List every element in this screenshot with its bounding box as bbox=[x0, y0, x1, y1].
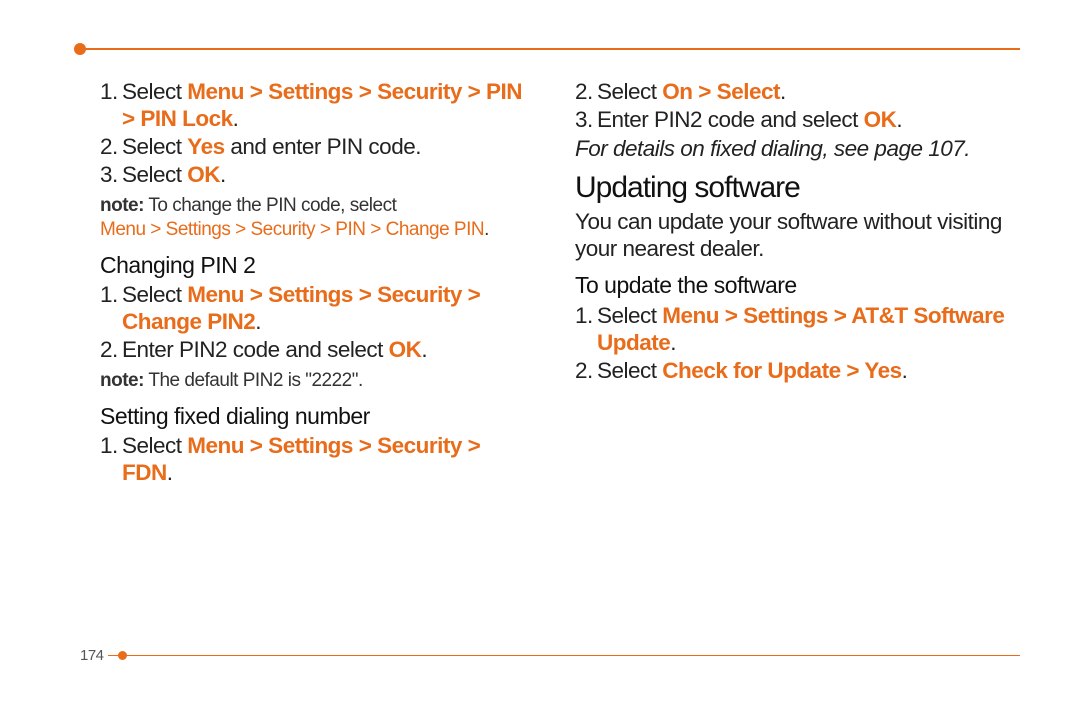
rule-dot-icon bbox=[118, 651, 127, 660]
note-text: The default PIN2 is "2222". bbox=[144, 370, 363, 391]
top-rule bbox=[80, 48, 1020, 50]
step-text: Enter PIN2 code and select OK. bbox=[122, 336, 427, 363]
step-text: Select Yes and enter PIN code. bbox=[122, 133, 421, 160]
pin-lock-steps: 1. Select Menu > Settings > Security > P… bbox=[100, 78, 535, 188]
heading-updating-software: Updating software bbox=[575, 170, 1010, 206]
left-column: 1. Select Menu > Settings > Security > P… bbox=[100, 78, 535, 634]
fdn-steps: 1. Select Menu > Settings > Security > F… bbox=[100, 432, 535, 486]
step-number: 2. bbox=[575, 357, 597, 384]
text: Select bbox=[122, 162, 187, 187]
text: Enter PIN2 code and select bbox=[122, 337, 389, 362]
option: OK bbox=[864, 107, 897, 132]
option: Yes bbox=[187, 134, 224, 159]
note-change-pin: note: To change the PIN code, select Men… bbox=[100, 194, 535, 242]
change-pin2-steps: 1. Select Menu > Settings > Security > C… bbox=[100, 281, 535, 363]
heading-to-update: To update the software bbox=[575, 272, 1010, 300]
option: OK bbox=[187, 162, 220, 187]
step-number: 2. bbox=[100, 133, 122, 160]
list-item: 2. Select Yes and enter PIN code. bbox=[100, 133, 535, 160]
step-number: 1. bbox=[100, 432, 122, 486]
step-text: Enter PIN2 code and select OK. bbox=[597, 106, 902, 133]
fdn-reference: For details on fixed dialing, see page 1… bbox=[575, 135, 1010, 162]
list-item: 2. Select Check for Update > Yes. bbox=[575, 357, 1010, 384]
step-number: 2. bbox=[575, 78, 597, 105]
step-number: 1. bbox=[575, 302, 597, 356]
menu-path: Menu > Settings > Security > PIN > Chang… bbox=[100, 219, 484, 240]
step-number: 2. bbox=[100, 336, 122, 363]
menu-path: Check for Update > Yes bbox=[662, 358, 901, 383]
fdn-steps-cont: 2. Select On > Select. 3. Enter PIN2 cod… bbox=[575, 78, 1010, 133]
page-number: 174 bbox=[80, 647, 108, 664]
step-number: 3. bbox=[100, 161, 122, 188]
content-columns: 1. Select Menu > Settings > Security > P… bbox=[100, 78, 1010, 634]
step-number: 1. bbox=[100, 281, 122, 335]
text: Select bbox=[597, 79, 662, 104]
step-number: 1. bbox=[100, 78, 122, 132]
list-item: 2. Select On > Select. bbox=[575, 78, 1010, 105]
update-steps: 1. Select Menu > Settings > AT&T Softwar… bbox=[575, 302, 1010, 384]
option: OK bbox=[389, 337, 422, 362]
updating-software-paragraph: You can update your software without vis… bbox=[575, 208, 1010, 262]
text: Enter PIN2 code and select bbox=[597, 107, 864, 132]
step-text: Select On > Select. bbox=[597, 78, 786, 105]
text: Select bbox=[597, 358, 662, 383]
list-item: 1. Select Menu > Settings > Security > P… bbox=[100, 78, 535, 132]
list-item: 1. Select Menu > Settings > Security > F… bbox=[100, 432, 535, 486]
note-label: note: bbox=[100, 195, 144, 216]
step-text: Select Menu > Settings > Security > PIN … bbox=[122, 78, 535, 132]
text: Select bbox=[122, 79, 187, 104]
list-item: 3. Enter PIN2 code and select OK. bbox=[575, 106, 1010, 133]
step-text: Select Check for Update > Yes. bbox=[597, 357, 907, 384]
note-default-pin2: note: The default PIN2 is "2222". bbox=[100, 369, 535, 393]
heading-fdn: Setting fixed dialing number bbox=[100, 403, 535, 431]
text: and enter PIN code. bbox=[225, 134, 421, 159]
heading-changing-pin2: Changing PIN 2 bbox=[100, 252, 535, 280]
note-label: note: bbox=[100, 370, 144, 391]
list-item: 1. Select Menu > Settings > Security > C… bbox=[100, 281, 535, 335]
list-item: 1. Select Menu > Settings > AT&T Softwar… bbox=[575, 302, 1010, 356]
step-text: Select Menu > Settings > AT&T Software U… bbox=[597, 302, 1010, 356]
step-text: Select OK. bbox=[122, 161, 226, 188]
bottom-rule bbox=[80, 655, 1020, 656]
list-item: 3. Select OK. bbox=[100, 161, 535, 188]
manual-page: 1. Select Menu > Settings > Security > P… bbox=[0, 0, 1080, 704]
menu-path: On > Select bbox=[662, 79, 780, 104]
right-column: 2. Select On > Select. 3. Enter PIN2 cod… bbox=[575, 78, 1010, 634]
list-item: 2. Enter PIN2 code and select OK. bbox=[100, 336, 535, 363]
step-text: Select Menu > Settings > Security > Chan… bbox=[122, 281, 535, 335]
note-text: To change the PIN code, select bbox=[144, 195, 396, 216]
step-text: Select Menu > Settings > Security > FDN. bbox=[122, 432, 535, 486]
step-number: 3. bbox=[575, 106, 597, 133]
text: Select bbox=[122, 134, 187, 159]
text: Select bbox=[122, 282, 187, 307]
text: Select bbox=[597, 303, 662, 328]
text: Select bbox=[122, 433, 187, 458]
